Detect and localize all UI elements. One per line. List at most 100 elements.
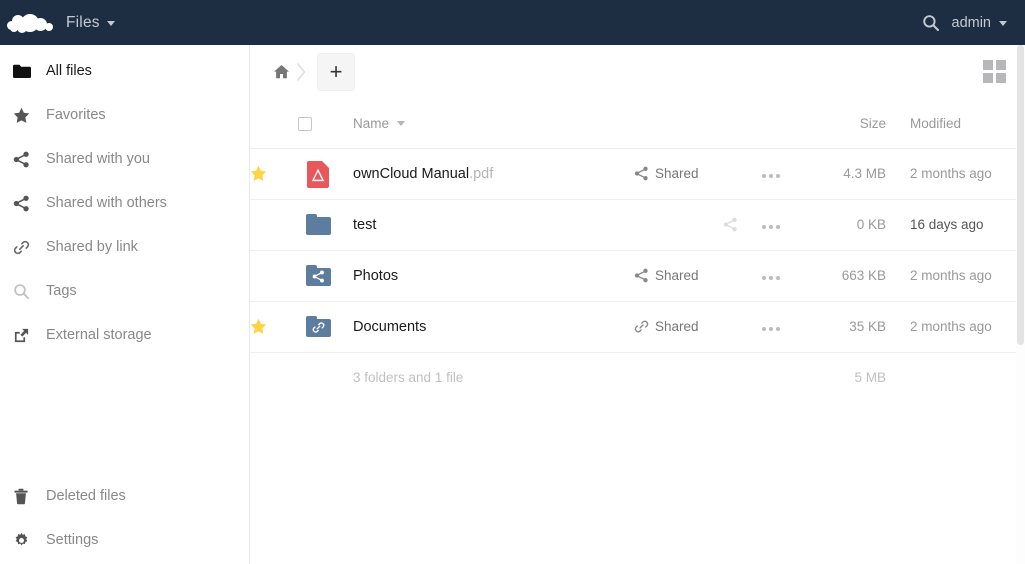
table-row[interactable]: Photos Shared 663 KB 2 months ago <box>250 250 1025 301</box>
file-name: Documents <box>353 319 426 335</box>
row-actions-cell[interactable] <box>754 250 810 301</box>
share-label: Shared <box>655 166 699 181</box>
chevron-right-icon <box>297 63 306 81</box>
search-icon <box>13 283 43 300</box>
share-label: Shared <box>655 268 699 283</box>
owncloud-files-app: Files admin All files Favorites Shared w… <box>0 0 1025 564</box>
sidebar-item-shared-with-others[interactable]: Shared with others <box>0 181 249 225</box>
file-size: 4.3 MB <box>843 166 886 181</box>
star-icon <box>250 165 267 181</box>
file-name-cell[interactable]: Photos <box>353 250 634 301</box>
vertical-scrollbar[interactable] <box>1016 45 1025 564</box>
row-actions-cell[interactable] <box>754 199 810 250</box>
file-modified: 16 days ago <box>910 217 984 232</box>
share-status-cell[interactable] <box>634 199 754 250</box>
breadcrumb-home[interactable] <box>268 59 294 85</box>
sidebar-item-external-storage[interactable]: External storage <box>0 313 249 357</box>
files-summary-row: 3 folders and 1 file 5 MB <box>250 352 1025 402</box>
star-icon <box>13 107 43 124</box>
share-status-cell[interactable]: Shared <box>634 148 754 199</box>
file-name-cell[interactable]: Documents <box>353 301 634 352</box>
user-menu[interactable]: admin <box>948 15 1012 31</box>
summary-modified-spacer <box>900 352 1025 402</box>
summary-count: 3 folders and 1 file <box>353 369 464 385</box>
chevron-down-icon <box>106 21 115 26</box>
ellipsis-icon[interactable] <box>754 275 780 280</box>
search-icon <box>922 14 939 31</box>
search-button[interactable] <box>914 0 948 45</box>
sidebar-item-shared-with-you[interactable]: Shared with you <box>0 137 249 181</box>
sidebar: All files Favorites Shared with you Shar… <box>0 45 250 564</box>
file-name-base: ownCloud Manual <box>353 165 470 182</box>
file-name-base: Documents <box>353 318 427 335</box>
share-label: Shared <box>655 319 699 334</box>
summary-total-size: 5 MB <box>854 369 886 385</box>
sidebar-item-label: Tags <box>46 283 77 299</box>
file-name-base: test <box>353 216 377 233</box>
share-icon <box>723 217 737 232</box>
file-modified: 2 months ago <box>910 268 992 283</box>
share-status-cell[interactable]: Shared <box>634 250 754 301</box>
summary-menu-spacer <box>754 352 810 402</box>
file-name-cell[interactable]: test <box>353 199 634 250</box>
grid-view-icon-cell <box>996 60 1006 70</box>
share-icon <box>13 151 43 168</box>
favorite-star-cell[interactable] <box>250 250 298 301</box>
grid-view-icon-cell <box>996 73 1006 83</box>
link-icon <box>634 320 649 333</box>
ellipsis-icon[interactable] <box>754 326 780 331</box>
app-menu-files[interactable]: Files <box>62 14 115 32</box>
user-name-label: admin <box>951 14 992 31</box>
new-file-button[interactable]: + <box>317 53 355 91</box>
select-all-checkbox[interactable] <box>298 116 312 131</box>
owncloud-logo[interactable] <box>0 0 62 45</box>
share-status-cell[interactable]: Shared <box>634 301 754 352</box>
file-name-extension: .pdf <box>469 165 494 182</box>
favorite-star-cell[interactable] <box>250 148 298 199</box>
row-actions-cell[interactable] <box>754 148 810 199</box>
file-name-base: Photos <box>353 267 399 284</box>
sidebar-item-shared-by-link[interactable]: Shared by link <box>0 225 249 269</box>
shared-folder-icon <box>304 261 332 291</box>
sidebar-item-label: Deleted files <box>46 488 126 504</box>
grid-view-icon-cell <box>983 73 993 83</box>
top-header: Files admin <box>0 0 1025 45</box>
header-menu-spacer <box>754 99 810 148</box>
files-table-header: Name Size Modified <box>250 99 1025 148</box>
trash-icon <box>13 488 43 505</box>
sidebar-item-tags[interactable]: Tags <box>0 269 249 313</box>
share-icon <box>634 166 648 181</box>
file-size: 0 KB <box>856 217 886 232</box>
sidebar-nav-top: All files Favorites Shared with you Shar… <box>0 45 249 357</box>
file-name-cell[interactable]: ownCloud Manual.pdf <box>353 148 634 199</box>
sidebar-item-favorites[interactable]: Favorites <box>0 93 249 137</box>
sidebar-item-label: Shared with you <box>46 151 150 167</box>
table-row[interactable]: Documents Shared 35 KB 2 months ago <box>250 301 1025 352</box>
home-icon <box>273 65 289 79</box>
ellipsis-icon[interactable] <box>754 173 780 178</box>
row-actions-cell[interactable] <box>754 301 810 352</box>
share-icon <box>13 195 43 212</box>
favorite-star-cell[interactable] <box>250 301 298 352</box>
sidebar-item-all-files[interactable]: All files <box>0 49 249 93</box>
controls-bar: + <box>250 45 1025 99</box>
sidebar-item-deleted-files[interactable]: Deleted files <box>0 474 249 518</box>
sidebar-item-settings[interactable]: Settings <box>0 518 249 562</box>
ellipsis-icon[interactable] <box>754 224 780 229</box>
column-header-name[interactable]: Name <box>353 99 634 148</box>
favorite-star-cell[interactable] <box>250 199 298 250</box>
scrollbar-thumb[interactable] <box>1017 45 1024 345</box>
owncloud-cloud-logo-icon <box>7 10 55 36</box>
sidebar-nav-bottom: Deleted files Settings <box>0 474 249 562</box>
column-header-modified[interactable]: Modified <box>900 99 1025 148</box>
file-icon-cell <box>298 301 353 352</box>
files-table-body: △ ownCloud Manual.pdf Shared 4.3 MB 2 mo… <box>250 148 1025 402</box>
table-row[interactable]: test 0 KB 16 days ago <box>250 199 1025 250</box>
pdf-file-icon: △ <box>304 159 332 189</box>
header-share-spacer <box>634 99 754 148</box>
column-header-size[interactable]: Size <box>810 99 900 148</box>
table-row[interactable]: △ ownCloud Manual.pdf Shared 4.3 MB 2 mo… <box>250 148 1025 199</box>
file-icon-cell <box>298 250 353 301</box>
grid-view-toggle-button[interactable] <box>983 60 1007 84</box>
select-all-header <box>298 99 353 148</box>
